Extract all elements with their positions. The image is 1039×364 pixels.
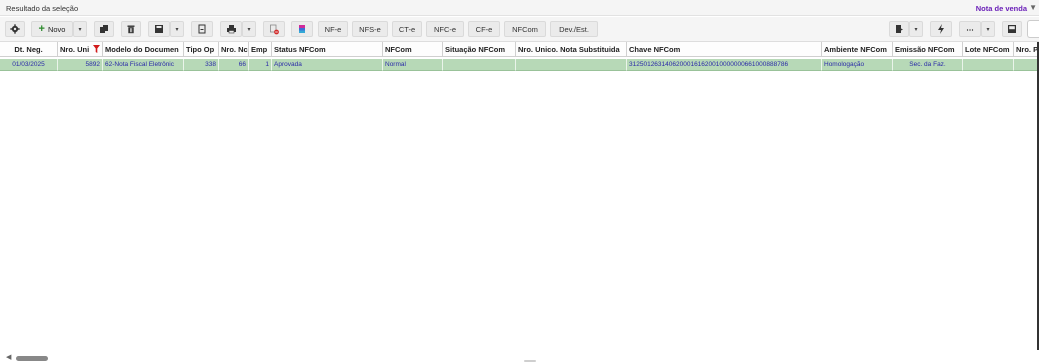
column-header-dt-neg[interactable]: Dt. Neg.	[0, 42, 58, 57]
horizontal-scrollbar[interactable]: ◀	[0, 350, 1039, 364]
document-icon	[198, 24, 206, 34]
toolbar: + Novo ▾ ▾ ▾ NF-e NFS-e CT-e NFC-e CF-e …	[0, 17, 1039, 42]
column-header-chave[interactable]: Chave NFCom	[627, 42, 822, 57]
plus-icon: +	[38, 23, 45, 35]
column-header-emp[interactable]: Emp	[249, 42, 272, 57]
column-header-situacao[interactable]: Situação NFCom	[443, 42, 516, 57]
printer-icon	[226, 25, 236, 34]
column-header-status-nfcom[interactable]: Status NFCom	[272, 42, 383, 57]
column-header-tipo-op[interactable]: Tipo Op	[184, 42, 219, 57]
chevron-down-icon: ▾	[78, 26, 82, 33]
export-icon	[896, 25, 903, 33]
cte-button[interactable]: CT-e	[392, 21, 422, 37]
cell-nfcom[interactable]: Normal	[383, 59, 443, 71]
cancel-document-button[interactable]	[263, 21, 285, 37]
cell-chave[interactable]: 3125012631406200016162001000000066100088…	[627, 59, 822, 71]
gear-icon	[10, 24, 20, 34]
column-header-nro-p[interactable]: Nro. P	[1014, 42, 1039, 57]
cell-status-nfcom[interactable]: Aprovada	[272, 59, 383, 71]
attach-button[interactable]	[191, 21, 213, 37]
column-header-modelo[interactable]: Modelo do Documen	[103, 42, 184, 57]
cell-nro-unico[interactable]: 5892	[58, 59, 103, 71]
clear-filter-button[interactable]	[291, 21, 313, 37]
copy-button[interactable]	[94, 21, 114, 37]
column-header-ambiente[interactable]: Ambiente NFCom	[822, 42, 893, 57]
nfe-button[interactable]: NF-e	[318, 21, 348, 37]
cell-lote[interactable]	[963, 59, 1014, 71]
filter-icon[interactable]	[93, 45, 100, 53]
copy-icon	[100, 25, 108, 33]
layout-button[interactable]	[1002, 21, 1022, 37]
cell-ambiente[interactable]: Homologação	[822, 59, 893, 71]
cell-modelo[interactable]: 62-Nota Fiscal Eletrônic	[103, 59, 184, 71]
window-titlebar: Resultado da seleção Nota de venda ▼	[0, 0, 1039, 16]
chevron-down-icon: ▾	[986, 26, 990, 33]
resize-handle[interactable]	[524, 360, 536, 362]
novo-button[interactable]: + Novo	[31, 21, 73, 37]
print-dropdown-button[interactable]: ▾	[242, 21, 256, 37]
more-dropdown-button[interactable]: ▾	[981, 21, 995, 37]
search-input[interactable]	[1027, 20, 1039, 38]
column-header-nfcom[interactable]: NFCom	[383, 42, 443, 57]
quick-action-button[interactable]	[930, 21, 952, 37]
column-header-nro-nota[interactable]: Nro. Nc	[219, 42, 249, 57]
scroll-left-arrow-icon[interactable]: ◀	[6, 353, 11, 361]
scrollbar-thumb[interactable]	[16, 356, 48, 361]
window-title: Resultado da seleção	[6, 4, 79, 13]
nfcom-button[interactable]: NFCom	[504, 21, 546, 37]
save-button[interactable]	[148, 21, 170, 37]
cell-emissao[interactable]: Sec. da Faz.	[893, 59, 963, 71]
column-header-label: Nro. Uni	[60, 45, 90, 54]
cell-dt-neg[interactable]: 01/03/2025	[0, 59, 58, 71]
chevron-down-icon: ▾	[175, 26, 179, 33]
novo-label: Novo	[47, 24, 66, 34]
chevron-down-icon: ▾	[247, 26, 251, 33]
export-button[interactable]	[889, 21, 909, 37]
save-dropdown-button[interactable]: ▾	[170, 21, 184, 37]
novo-dropdown-button[interactable]: ▾	[73, 21, 87, 37]
nfse-button[interactable]: NFS-e	[352, 21, 388, 37]
export-dropdown-button[interactable]: ▾	[909, 21, 923, 37]
column-header-emissao[interactable]: Emissão NFCom	[893, 42, 963, 57]
cfe-button[interactable]: CF-e	[468, 21, 500, 37]
delete-button[interactable]	[121, 21, 141, 37]
more-icon: ⋯	[966, 24, 974, 34]
more-button[interactable]: ⋯	[959, 21, 981, 37]
eraser-icon	[299, 25, 305, 33]
filter-indicator-icon[interactable]: ▼	[1029, 3, 1037, 12]
column-header-nro-subst[interactable]: Nro. Unico. Nota Substituida	[516, 42, 627, 57]
column-header-nro-unico[interactable]: Nro. Uni	[58, 42, 103, 57]
document-cancel-icon	[269, 24, 279, 34]
trash-icon	[127, 25, 135, 34]
panel-icon	[1008, 25, 1016, 33]
dev-est-button[interactable]: Dev./Est.	[550, 21, 598, 37]
save-icon	[155, 25, 163, 33]
nota-de-venda-link[interactable]: Nota de venda	[976, 4, 1027, 13]
cell-nro-nota[interactable]: 66	[219, 59, 249, 71]
column-header-lote[interactable]: Lote NFCom	[963, 42, 1014, 57]
lightning-icon	[938, 24, 944, 34]
chevron-down-icon: ▾	[914, 26, 918, 33]
cell-nro-subst[interactable]	[516, 59, 627, 71]
cell-situacao[interactable]	[443, 59, 516, 71]
cell-emp[interactable]: 1	[249, 59, 272, 71]
settings-button[interactable]	[5, 21, 25, 37]
cell-tipo-op[interactable]: 338	[184, 59, 219, 71]
nfce-button[interactable]: NFC-e	[426, 21, 464, 37]
print-button[interactable]	[220, 21, 242, 37]
cell-nro-p[interactable]	[1014, 59, 1039, 71]
